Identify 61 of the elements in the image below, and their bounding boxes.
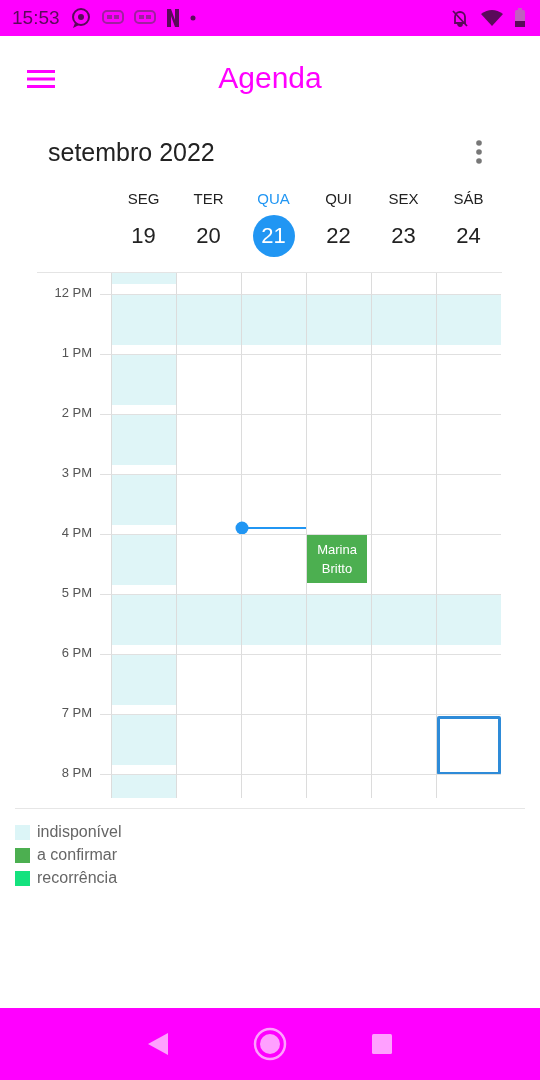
hour-label: 2 PM <box>61 405 92 420</box>
unavailable-block <box>112 273 176 284</box>
unavailable-block <box>112 535 176 585</box>
hour-label: 8 PM <box>61 765 92 780</box>
weekday-label: TER <box>193 190 224 207</box>
unavailable-block <box>112 415 176 465</box>
weekday-label: QUA <box>257 190 290 207</box>
message-icon <box>133 10 156 26</box>
recent-apps-icon[interactable] <box>371 1033 393 1055</box>
weekday-label: SEX <box>388 190 419 207</box>
app-title: Agenda <box>218 61 322 95</box>
muted-bell-icon <box>450 8 470 28</box>
unavailable-block <box>112 775 176 798</box>
menu-icon[interactable] <box>27 70 55 88</box>
unavailable-block <box>437 595 501 645</box>
selection-outline <box>437 716 501 775</box>
more-options-icon[interactable] <box>476 140 482 164</box>
unavailable-block <box>242 595 306 645</box>
hour-label: 7 PM <box>61 705 92 720</box>
weekday-label: SÁB <box>453 190 484 207</box>
day-number[interactable]: 24 <box>447 215 490 257</box>
hour-label: 5 PM <box>61 585 92 600</box>
day-number[interactable]: 19 <box>122 215 165 257</box>
status-time: 15:53 <box>12 7 60 29</box>
chat-bubble-icon <box>69 7 92 29</box>
legend-label: a confirmar <box>37 846 118 864</box>
day-number[interactable]: 20 <box>187 215 230 257</box>
hour-label: 6 PM <box>61 645 92 660</box>
hour-label: 4 PM <box>61 525 92 540</box>
hour-label: 12 PM <box>54 285 92 300</box>
unavailable-block <box>372 295 436 345</box>
dot-icon <box>189 15 196 21</box>
unavailable-block <box>307 295 371 345</box>
unavailable-block <box>112 295 176 345</box>
message-icon <box>101 10 124 26</box>
unavailable-block <box>177 595 241 645</box>
back-icon[interactable] <box>147 1032 169 1056</box>
unavailable-block <box>112 475 176 525</box>
unavailable-block <box>177 295 241 345</box>
weekday-label: QUI <box>325 190 352 207</box>
day-number[interactable]: 23 <box>382 215 425 257</box>
streaming-app-icon <box>165 8 180 28</box>
legend-label: indisponível <box>37 823 122 841</box>
weekday-label: SEG <box>127 190 160 207</box>
unavailable-block <box>372 595 436 645</box>
hour-label: 1 PM <box>61 345 92 360</box>
unavailable-block <box>112 715 176 765</box>
unavailable-block <box>307 595 371 645</box>
battery-icon <box>514 8 526 28</box>
unavailable-block <box>437 295 501 345</box>
home-icon[interactable] <box>253 1027 287 1061</box>
time-slot[interactable] <box>436 714 501 774</box>
unavailable-block <box>112 655 176 705</box>
unavailable-block <box>112 355 176 405</box>
unavailable-block <box>112 595 176 645</box>
month-title: setembro 2022 <box>48 137 215 167</box>
legend-label: recorrência <box>37 869 118 887</box>
wifi-icon <box>480 9 504 27</box>
day-number[interactable]: 22 <box>317 215 360 257</box>
unavailable-block <box>242 295 306 345</box>
hour-label: 3 PM <box>61 465 92 480</box>
